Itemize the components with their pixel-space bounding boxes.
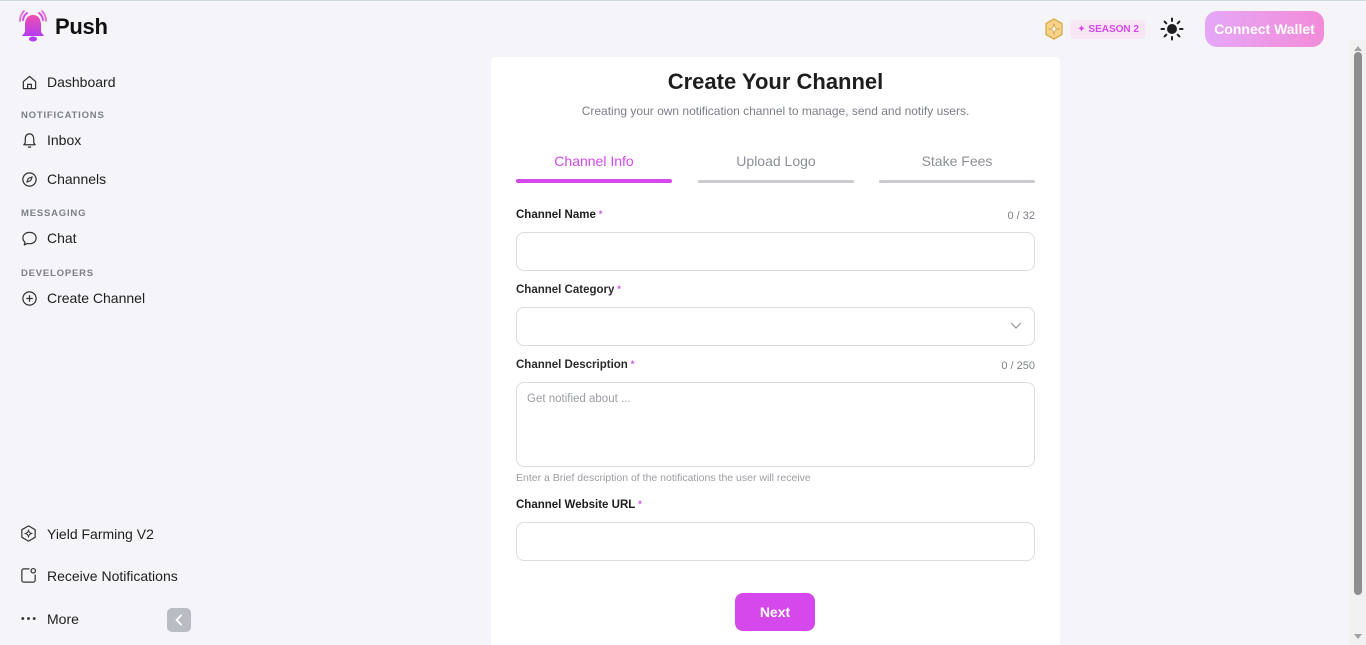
channel-description-label-text: Channel Description — [516, 359, 628, 371]
tab-upload-logo[interactable]: Upload Logo — [698, 153, 854, 169]
sidebar-item-chat[interactable]: Chat — [21, 228, 77, 248]
page-title: Create Your Channel — [667, 69, 884, 94]
chat-bubble-icon — [22, 231, 37, 246]
yield-farming-icon — [21, 525, 36, 542]
more-dots-icon — [21, 617, 36, 620]
sidebar-item-label: More — [47, 610, 79, 627]
tab-channel-info[interactable]: Channel Info — [516, 153, 672, 169]
sidebar-item-label: Chat — [47, 230, 77, 246]
channel-category-select[interactable] — [516, 307, 1035, 346]
sidebar-item-label: Dashboard — [47, 74, 116, 90]
home-icon — [22, 75, 37, 89]
sidebar-item-more[interactable]: More — [19, 609, 79, 628]
channel-description-counter: 0 / 250 — [1001, 360, 1035, 372]
sidebar-item-inbox[interactable]: Inbox — [21, 130, 81, 150]
sidebar-item-label: Create Channel — [47, 290, 146, 306]
bell-icon — [23, 132, 36, 148]
channel-name-counter: 0 / 32 — [1007, 210, 1035, 222]
sidebar-item-label: Channels — [47, 171, 107, 187]
tab-indicator-stake-fees — [879, 180, 1035, 183]
required-mark: * — [638, 499, 642, 509]
channel-website-input[interactable] — [516, 522, 1035, 561]
sidebar-item-label: Yield Farming V2 — [47, 525, 154, 542]
plus-circle-icon — [22, 290, 37, 306]
channel-category-label: Channel Category * — [516, 284, 621, 296]
channel-category-label-text: Channel Category — [516, 284, 615, 296]
channel-name-label: Channel Name * — [516, 209, 602, 221]
channel-description-textarea[interactable] — [516, 382, 1035, 467]
section-label-developers: DEVELOPERS — [21, 268, 94, 279]
page-scrollbar[interactable] — [1350, 40, 1366, 645]
sidebar-item-create-channel[interactable]: Create Channel — [21, 288, 145, 308]
sidebar-item-dashboard[interactable]: Dashboard — [21, 72, 116, 92]
page-subtitle: Creating your own notification channel t… — [581, 104, 970, 118]
sidebar-item-channels[interactable]: Channels — [21, 169, 106, 189]
sidebar-item-receive-notifications[interactable]: Receive Notifications — [19, 566, 178, 585]
scroll-down-arrow-icon[interactable] — [1354, 634, 1362, 639]
app-logo[interactable]: Push — [17, 10, 108, 44]
required-mark: * — [598, 209, 603, 219]
tab-stake-fees[interactable]: Stake Fees — [879, 153, 1035, 169]
collapse-sidebar-button[interactable] — [167, 608, 191, 632]
channel-website-label: Channel Website URL * — [516, 499, 642, 511]
channel-description-label: Channel Description * — [516, 359, 634, 371]
chevron-left-icon — [175, 614, 182, 626]
sun-icon[interactable] — [1160, 17, 1184, 41]
sidebar-item-yield-farming[interactable]: Yield Farming V2 — [19, 524, 154, 543]
chevron-down-icon — [1010, 322, 1022, 329]
channel-name-label-text: Channel Name — [516, 209, 596, 221]
sidebar-item-label: Inbox — [47, 132, 82, 148]
required-mark: * — [630, 359, 635, 369]
channel-name-input[interactable] — [516, 232, 1035, 271]
tab-indicator-upload-logo — [698, 180, 854, 183]
channel-description-hint: Enter a Brief description of the notific… — [516, 472, 811, 484]
header-actions: ✦ SEASON 2 Connect Wallet — [1044, 11, 1324, 47]
app-name: Push — [55, 14, 108, 39]
sidebar-item-label: Receive Notifications — [47, 567, 178, 584]
channel-website-label-text: Channel Website URL — [516, 499, 636, 511]
next-button[interactable]: Next — [735, 593, 815, 631]
create-channel-card: Create Your Channel Creating your own no… — [491, 57, 1060, 645]
compass-icon — [22, 171, 37, 187]
window-top-border — [0, 0, 1366, 1]
notification-square-icon — [21, 567, 37, 583]
scrollbar-thumb[interactable] — [1354, 52, 1362, 595]
section-label-notifications: NOTIFICATIONS — [21, 110, 105, 121]
connect-wallet-button[interactable]: Connect Wallet — [1205, 11, 1324, 47]
rewards-icon[interactable] — [1044, 18, 1064, 40]
season-badge[interactable]: ✦ SEASON 2 — [1070, 19, 1146, 39]
scroll-up-arrow-icon[interactable] — [1354, 46, 1362, 51]
section-label-messaging: MESSAGING — [21, 208, 87, 219]
bell-logo-icon — [19, 10, 47, 42]
required-mark: * — [617, 284, 621, 294]
tab-indicator-channel-info — [516, 179, 672, 183]
